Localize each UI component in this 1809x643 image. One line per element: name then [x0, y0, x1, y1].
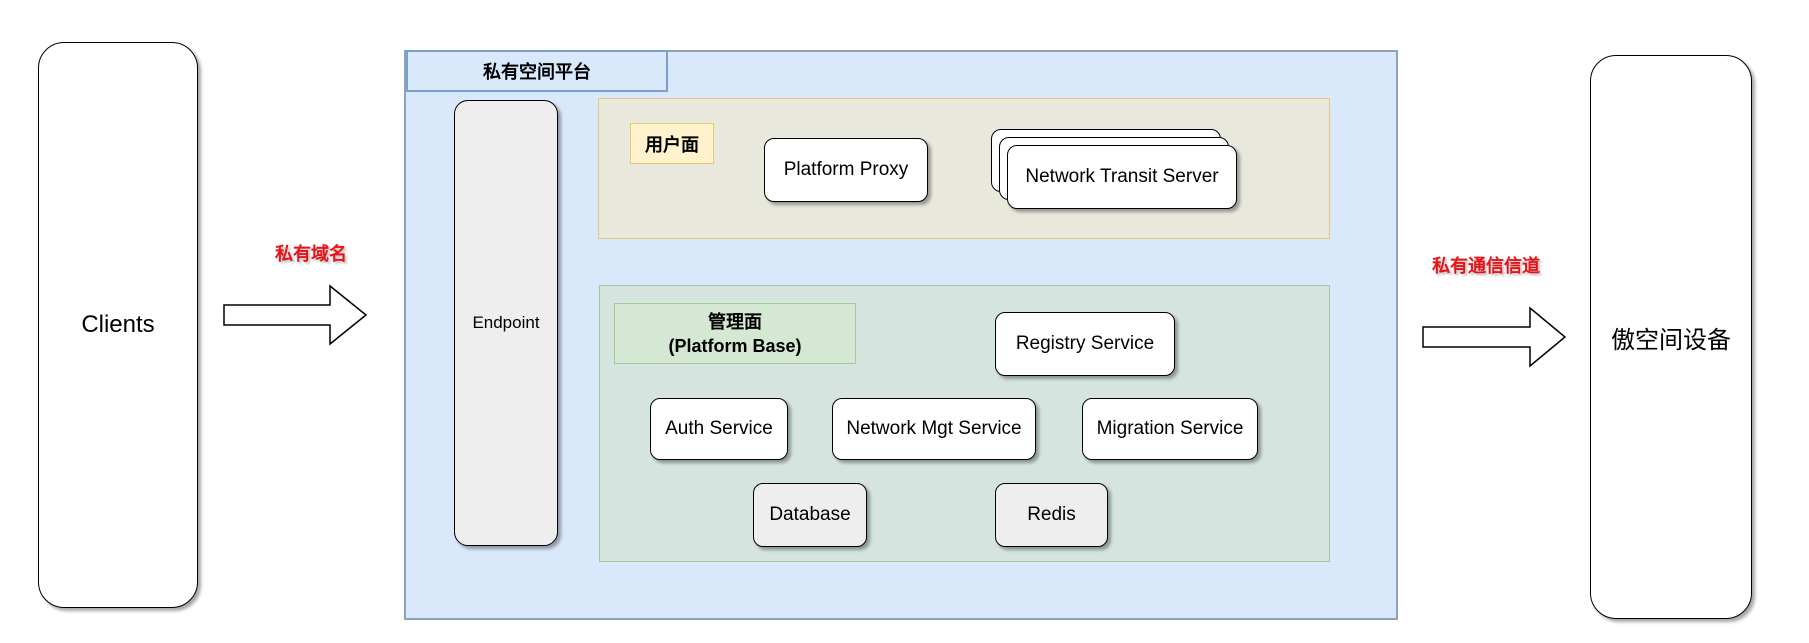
- database-node: Database: [753, 483, 867, 547]
- migration-service-node: Migration Service: [1082, 398, 1258, 460]
- private-domain-label: 私有域名: [275, 244, 347, 264]
- platform-title: 私有空间平台: [406, 50, 668, 92]
- arrow-to-platform: [223, 284, 368, 346]
- clients-label: Clients: [81, 311, 155, 338]
- user-plane-title: 用户面: [630, 123, 714, 164]
- registry-service-node: Registry Service: [995, 312, 1175, 376]
- clients-node: Clients: [38, 42, 198, 608]
- endpoint-node: Endpoint: [454, 100, 558, 546]
- devices-node: 傲空间设备: [1590, 55, 1752, 619]
- endpoint-label: Endpoint: [472, 313, 540, 332]
- redis-node: Redis: [995, 483, 1108, 547]
- mgmt-plane-title: 管理面 (Platform Base): [614, 303, 856, 364]
- network-mgt-service-node: Network Mgt Service: [832, 398, 1036, 460]
- platform-proxy-node: Platform Proxy: [764, 138, 928, 202]
- private-channel-label: 私有通信信道: [1432, 256, 1540, 276]
- auth-service-node: Auth Service: [650, 398, 788, 460]
- arrow-to-devices: [1422, 306, 1567, 368]
- devices-label: 傲空间设备: [1611, 326, 1731, 354]
- network-transit-server-node: Network Transit Server: [1007, 145, 1237, 209]
